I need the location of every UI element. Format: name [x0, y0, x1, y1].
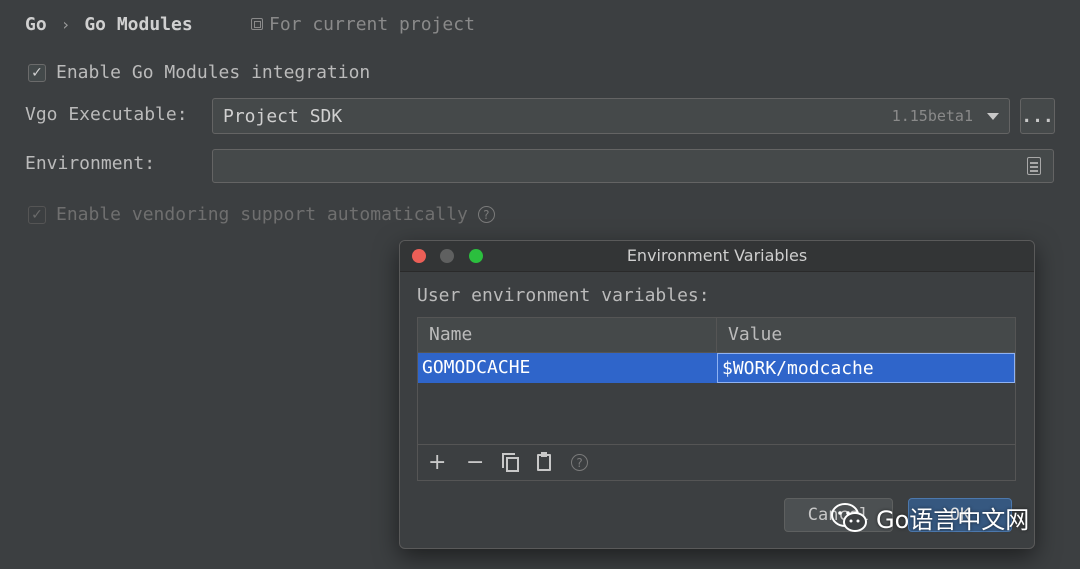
table-toolbar: + − ? — [418, 444, 1015, 480]
environment-label: Environment: — [25, 153, 156, 174]
env-var-name-cell[interactable]: GOMODCACHE — [418, 353, 717, 383]
env-var-value-cell[interactable]: $WORK/modcache — [717, 353, 1015, 383]
watermark: Go语言中文网 — [830, 500, 1029, 535]
help-icon[interactable]: ? — [571, 454, 588, 471]
vendoring-label: Enable vendoring support automatically — [56, 204, 468, 225]
breadcrumb: Go › Go Modules — [25, 11, 193, 37]
breadcrumb-separator: › — [60, 14, 71, 34]
add-icon[interactable]: + — [428, 451, 446, 473]
wechat-icon — [831, 502, 867, 532]
browse-button[interactable]: ... — [1020, 98, 1055, 134]
table-header: Name Value — [418, 318, 1015, 353]
column-header-value[interactable]: Value — [717, 318, 782, 352]
env-vars-table: Name Value GOMODCACHE $WORK/modcache + −… — [417, 317, 1016, 481]
watermark-text: Go语言中文网 — [876, 506, 1030, 534]
chevron-down-icon[interactable] — [987, 112, 999, 120]
table-row[interactable]: GOMODCACHE $WORK/modcache — [418, 353, 1015, 383]
vgo-executable-value: Project SDK — [223, 105, 343, 127]
sdk-version: 1.15beta1 — [891, 107, 973, 125]
dialog-titlebar[interactable]: Environment Variables — [400, 241, 1034, 272]
vgo-executable-label: Vgo Executable: — [25, 104, 188, 125]
breadcrumb-current: Go Modules — [84, 13, 193, 35]
enable-modules-label[interactable]: Enable Go Modules integration — [56, 62, 370, 83]
scope-indicator: For current project — [251, 11, 475, 37]
vendoring-row: ✓ Enable vendoring support automatically… — [28, 204, 495, 225]
vendoring-checkbox: ✓ — [28, 205, 46, 224]
breadcrumb-root[interactable]: Go — [25, 14, 47, 35]
column-header-name[interactable]: Name — [418, 318, 717, 352]
remove-icon[interactable]: − — [466, 451, 484, 473]
copy-icon[interactable] — [502, 453, 519, 472]
paste-icon[interactable] — [537, 452, 551, 471]
enable-modules-row[interactable]: ✓ Enable Go Modules integration — [28, 62, 370, 83]
document-icon[interactable] — [1027, 157, 1041, 175]
project-scope-icon — [251, 18, 263, 30]
environment-field[interactable] — [212, 149, 1054, 183]
vgo-executable-combobox[interactable]: Project SDK 1.15beta1 — [212, 98, 1010, 134]
enable-modules-checkbox[interactable]: ✓ — [28, 63, 46, 82]
scope-label: For current project — [269, 13, 475, 35]
dialog-title: Environment Variables — [626, 246, 808, 265]
user-env-vars-label: User environment variables: — [417, 285, 710, 306]
help-icon[interactable]: ? — [477, 206, 495, 223]
